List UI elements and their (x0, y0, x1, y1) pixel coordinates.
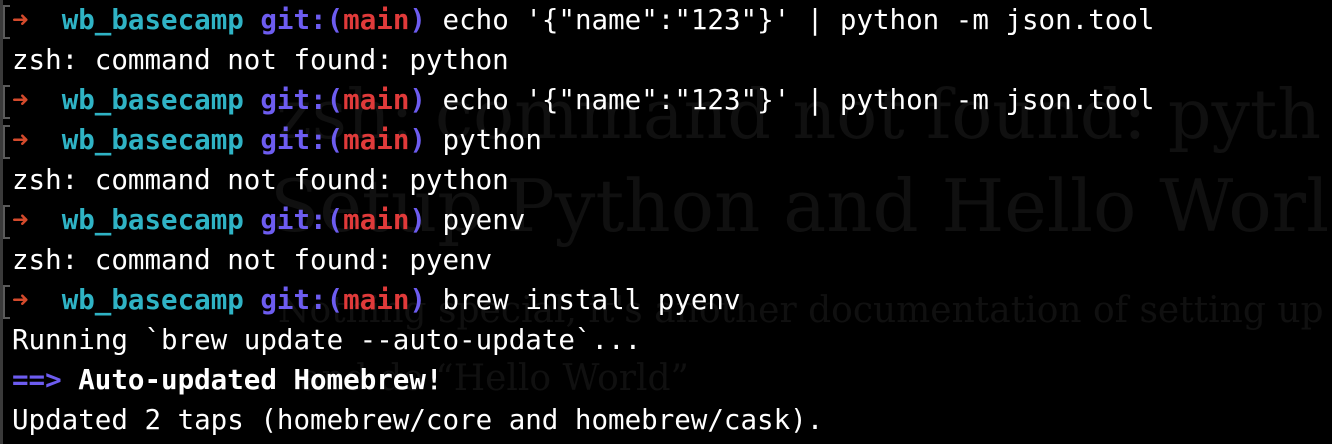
output-text: zsh: command not found: python (12, 44, 509, 76)
prompt-git-prefix: git:( (260, 4, 344, 36)
prompt-mark-bracket (3, 5, 10, 39)
prompt-branch: main (343, 204, 410, 236)
prompt-git-suffix: ) (409, 204, 426, 236)
prompt-git-suffix: ) (409, 4, 426, 36)
prompt-directory: wb_basecamp (61, 84, 244, 116)
prompt-git-suffix: ) (409, 84, 426, 116)
prompt-git-prefix: git:( (260, 84, 344, 116)
output-line: zsh: command not found: pyenv (12, 240, 1154, 280)
prompt-mark-bracket (3, 85, 10, 119)
homebrew-message: Auto-updated Homebrew! (78, 364, 443, 396)
prompt-directory: wb_basecamp (61, 4, 244, 36)
terminal-window[interactable]: zsh: command not found: pyth Setup Pytho… (0, 0, 1332, 444)
prompt-command: pyenv (442, 204, 526, 236)
prompt-line: ➜ wb_basecamp git:(main) echo '{"name":"… (12, 0, 1154, 40)
prompt-directory: wb_basecamp (61, 124, 244, 156)
prompt-command: echo '{"name":"123"}' | python -m json.t… (442, 4, 1155, 36)
output-line: Running `brew update --auto-update`... (12, 320, 1154, 360)
prompt-branch: main (343, 124, 410, 156)
prompt-git-suffix: ) (409, 284, 426, 316)
prompt-command: python (442, 124, 542, 156)
output-text: Updated 2 taps (homebrew/core and homebr… (12, 404, 824, 436)
prompt-line: ➜ wb_basecamp git:(main) pyenv (12, 200, 1154, 240)
prompt-line: ➜ wb_basecamp git:(main) brew install py… (12, 280, 1154, 320)
output-line: zsh: command not found: python (12, 40, 1154, 80)
output-line: Updated 2 taps (homebrew/core and homebr… (12, 400, 1154, 440)
prompt-arrow-icon: ➜ (12, 84, 29, 116)
prompt-branch: main (343, 284, 410, 316)
prompt-arrow-icon: ➜ (12, 4, 29, 36)
prompt-command: echo '{"name":"123"}' | python -m json.t… (442, 84, 1155, 116)
prompt-arrow-icon: ➜ (12, 204, 29, 236)
output-text: zsh: command not found: pyenv (12, 244, 493, 276)
prompt-directory: wb_basecamp (61, 204, 244, 236)
homebrew-status-line: ==> Auto-updated Homebrew! (12, 360, 1154, 400)
output-text: Running `brew update --auto-update`... (12, 324, 642, 356)
prompt-mark-bracket (3, 125, 10, 159)
prompt-git-prefix: git:( (260, 284, 344, 316)
prompt-directory: wb_basecamp (61, 284, 244, 316)
prompt-git-prefix: git:( (260, 204, 344, 236)
homebrew-arrow-icon: ==> (12, 364, 62, 396)
prompt-git-prefix: git:( (260, 124, 344, 156)
prompt-git-suffix: ) (409, 124, 426, 156)
prompt-arrow-icon: ➜ (12, 284, 29, 316)
prompt-branch: main (343, 4, 410, 36)
prompt-line: ➜ wb_basecamp git:(main) python (12, 120, 1154, 160)
output-line: zsh: command not found: python (12, 160, 1154, 200)
prompt-arrow-icon: ➜ (12, 124, 29, 156)
prompt-branch: main (343, 84, 410, 116)
prompt-mark-bracket (3, 205, 10, 239)
prompt-command: brew install pyenv (442, 284, 741, 316)
terminal-output[interactable]: ➜ wb_basecamp git:(main) echo '{"name":"… (12, 0, 1154, 440)
prompt-line: ➜ wb_basecamp git:(main) echo '{"name":"… (12, 80, 1154, 120)
output-text: zsh: command not found: python (12, 164, 509, 196)
prompt-mark-bracket (3, 285, 10, 319)
